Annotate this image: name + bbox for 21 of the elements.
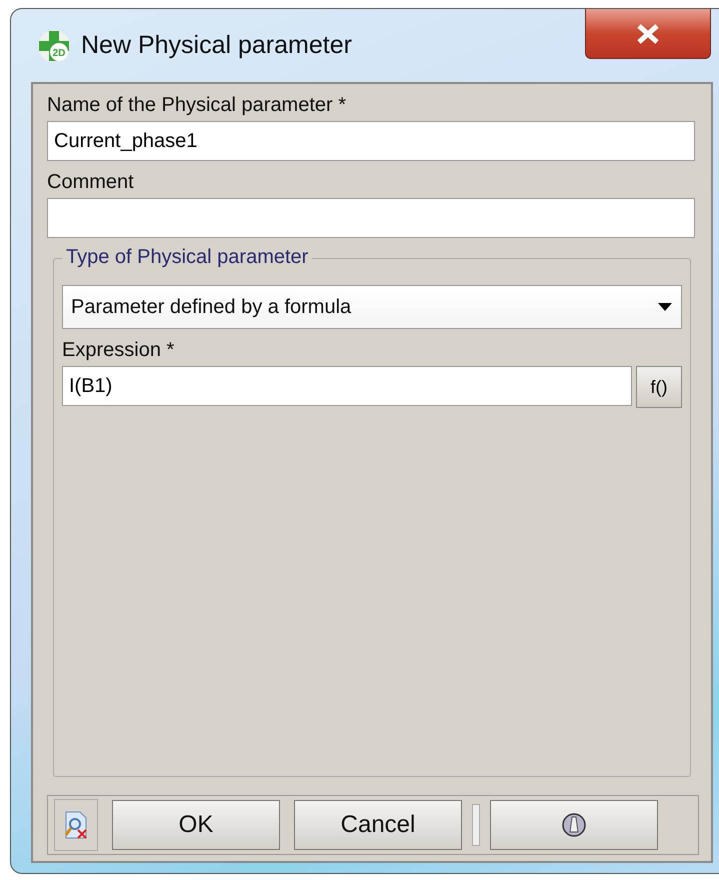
function-button[interactable]: f() bbox=[636, 366, 682, 408]
window-title: New Physical parameter bbox=[81, 31, 352, 60]
field-label: Comment bbox=[47, 171, 135, 194]
field-label: Name of the Physical parameter * bbox=[47, 94, 348, 117]
separator-handle bbox=[472, 804, 480, 846]
name-field[interactable]: Current_phase1 bbox=[47, 121, 695, 161]
expression-field[interactable]: I(B1) bbox=[62, 366, 632, 406]
group-title: Type of Physical parameter bbox=[62, 246, 312, 269]
comment-field[interactable] bbox=[47, 198, 695, 238]
app-logo-icon: 2D bbox=[37, 28, 71, 62]
circle-icon bbox=[561, 812, 587, 838]
dialog-button[interactable]: OK bbox=[112, 800, 280, 850]
close-icon bbox=[635, 22, 661, 44]
field-label: Expression * bbox=[62, 339, 176, 362]
help-button[interactable] bbox=[490, 800, 658, 850]
dropdown-arrow-icon bbox=[657, 302, 673, 312]
validate-button[interactable] bbox=[54, 799, 98, 851]
dialog-button[interactable]: Cancel bbox=[294, 800, 462, 850]
type-dropdown[interactable]: Parameter defined by a formula bbox=[62, 285, 682, 329]
close-button[interactable] bbox=[585, 9, 711, 59]
document-search-icon bbox=[63, 810, 89, 840]
